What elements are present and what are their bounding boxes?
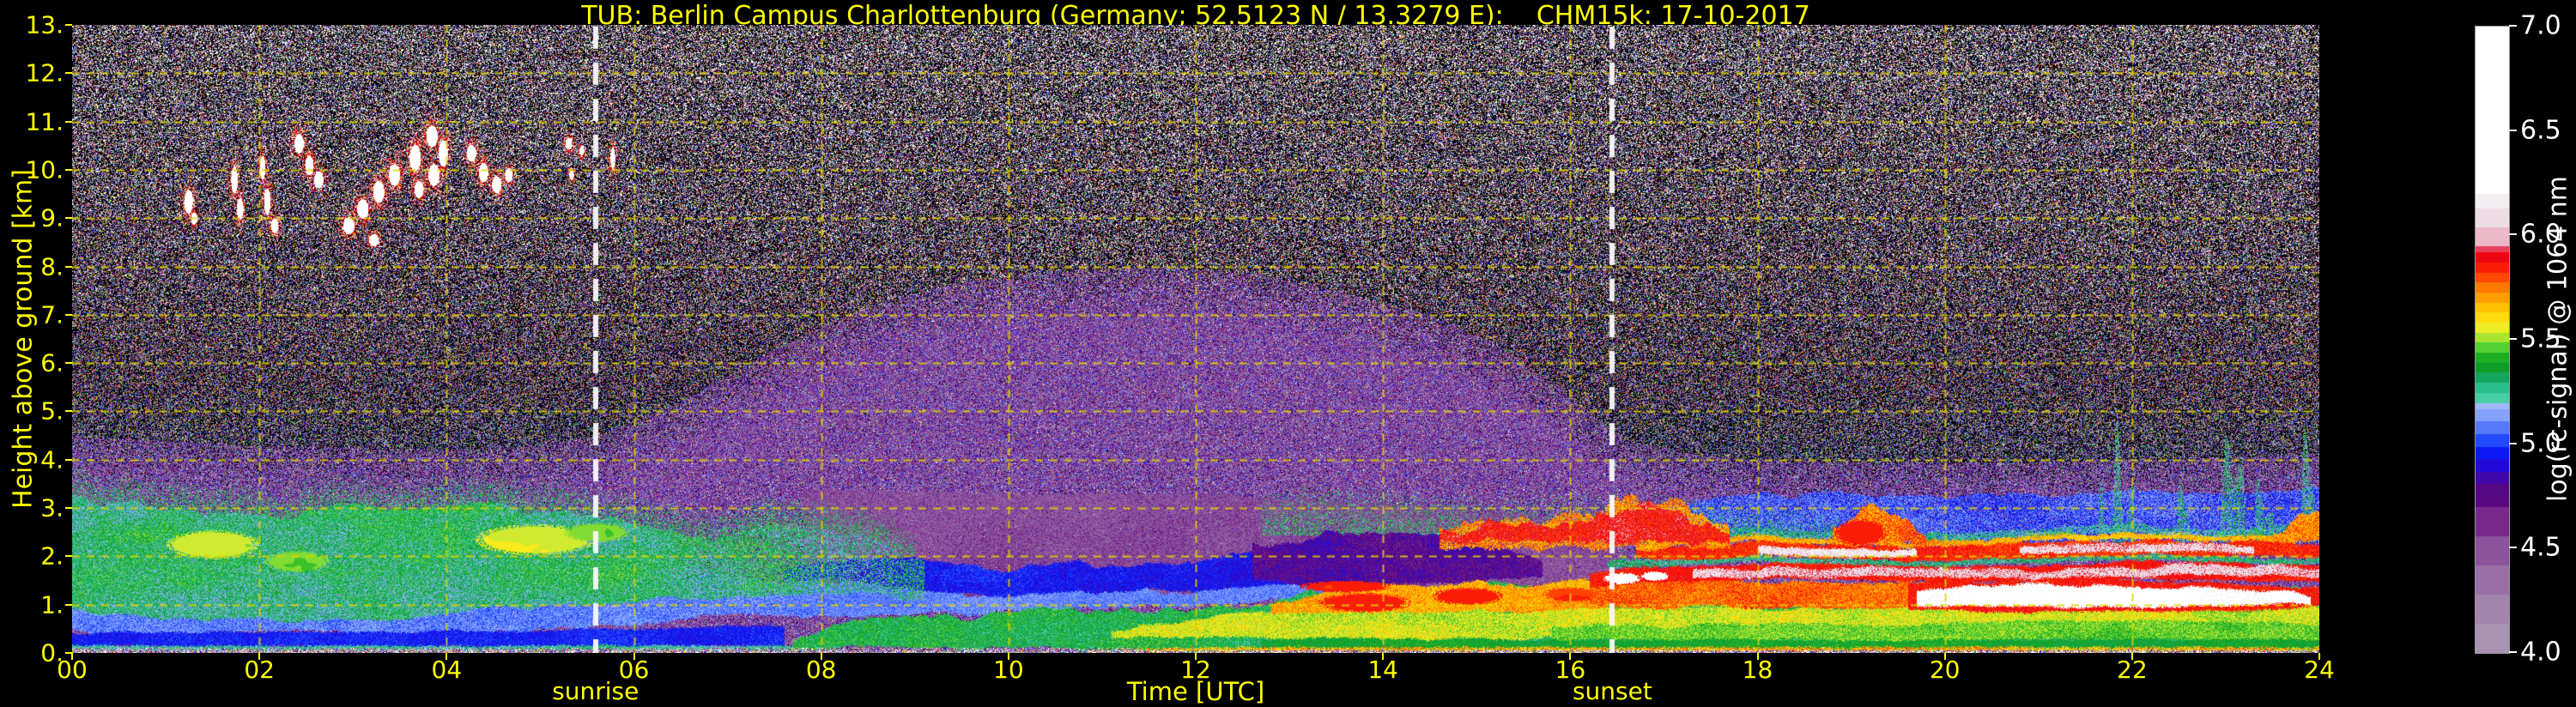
y-tick-label: 12. bbox=[25, 58, 64, 88]
x-tick-mark bbox=[2131, 653, 2133, 660]
y-tick-label: 10. bbox=[25, 155, 64, 184]
x-tick-mark bbox=[1195, 653, 1197, 660]
y-tick-label: 5. bbox=[40, 396, 64, 426]
y-tick-mark bbox=[65, 362, 72, 365]
y-tick-mark bbox=[65, 603, 72, 606]
lidar-heatmap-canvas bbox=[72, 25, 2319, 653]
colorbar-tick-mark bbox=[2509, 233, 2517, 236]
x-tick-mark bbox=[1382, 653, 1385, 660]
y-tick-mark bbox=[65, 555, 72, 558]
x-tick-mark bbox=[1569, 653, 1572, 660]
y-tick-mark bbox=[65, 168, 72, 171]
y-tick-label: 8. bbox=[40, 252, 64, 281]
y-tick-label: 9. bbox=[40, 203, 64, 233]
x-tick-mark bbox=[2318, 653, 2320, 660]
y-tick-label: 13. bbox=[25, 10, 64, 39]
colorbar-tick-mark bbox=[2509, 338, 2517, 340]
x-tick-mark bbox=[633, 653, 635, 660]
colorbar-tick-mark bbox=[2509, 129, 2517, 131]
x-tick-mark bbox=[1756, 653, 1759, 660]
colorbar-tick-label: 5.5 bbox=[2520, 323, 2561, 354]
x-tick-mark bbox=[71, 653, 73, 660]
y-tick-label: 7. bbox=[40, 300, 64, 329]
colorbar-tick-label: 4.0 bbox=[2520, 637, 2561, 668]
y-tick-mark bbox=[65, 265, 72, 268]
x-tick-mark bbox=[1007, 653, 1009, 660]
y-tick-mark bbox=[65, 507, 72, 510]
colorbar-tick-label: 7.0 bbox=[2520, 10, 2561, 41]
y-tick-label: 4. bbox=[40, 445, 64, 474]
y-tick-mark bbox=[65, 458, 72, 461]
y-tick-label: 2. bbox=[40, 541, 64, 571]
y-tick-label: 3. bbox=[40, 493, 64, 523]
x-tick-mark bbox=[258, 653, 261, 660]
x-tick-mark bbox=[820, 653, 822, 660]
colorbar-tick-mark bbox=[2509, 651, 2517, 653]
figure-root: TUB: Berlin Campus Charlottenburg (Germa… bbox=[0, 0, 2576, 707]
y-tick-mark bbox=[65, 313, 72, 316]
y-tick-label: 0. bbox=[40, 638, 64, 668]
colorbar bbox=[2475, 26, 2510, 654]
colorbar-tick-label: 5.0 bbox=[2520, 428, 2561, 459]
colorbar-tick-mark bbox=[2509, 547, 2517, 549]
y-tick-label: 6. bbox=[40, 348, 64, 378]
x-tick-mark bbox=[445, 653, 448, 660]
y-tick-label: 1. bbox=[40, 590, 64, 619]
y-tick-mark bbox=[65, 410, 72, 413]
colorbar-tick-mark bbox=[2509, 442, 2517, 444]
colorbar-tick-label: 4.5 bbox=[2520, 532, 2561, 563]
y-tick-label: 11. bbox=[25, 107, 64, 136]
colorbar-tick-mark bbox=[2509, 25, 2517, 27]
y-tick-mark bbox=[65, 652, 72, 654]
colorbar-tick-label: 6.0 bbox=[2520, 219, 2561, 250]
colorbar-tick-label: 6.5 bbox=[2520, 115, 2561, 146]
y-tick-mark bbox=[65, 217, 72, 220]
y-tick-mark bbox=[65, 72, 72, 75]
x-tick-mark bbox=[1943, 653, 1946, 660]
y-tick-mark bbox=[65, 24, 72, 26]
y-tick-mark bbox=[65, 120, 72, 123]
